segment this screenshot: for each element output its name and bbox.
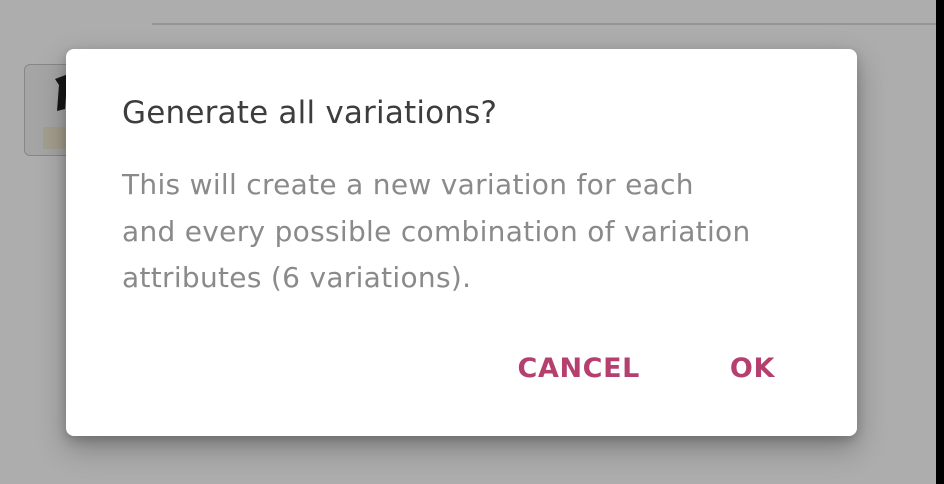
dialog-actions: CANCEL OK <box>518 345 775 393</box>
cancel-button[interactable]: CANCEL <box>518 345 640 393</box>
generate-variations-dialog: Generate all variations? This will creat… <box>66 49 857 436</box>
dialog-message: This will create a new variation for eac… <box>122 162 802 302</box>
app-screen: Generate all variations? This will creat… <box>0 0 944 484</box>
dialog-title: Generate all variations? <box>122 95 498 131</box>
dialog-message-line: and every possible combination of variat… <box>122 214 751 248</box>
ok-button[interactable]: OK <box>730 345 775 393</box>
dialog-message-line: This will create a new variation for eac… <box>122 168 694 201</box>
dialog-message-line: attributes (6 variations). <box>122 261 472 294</box>
